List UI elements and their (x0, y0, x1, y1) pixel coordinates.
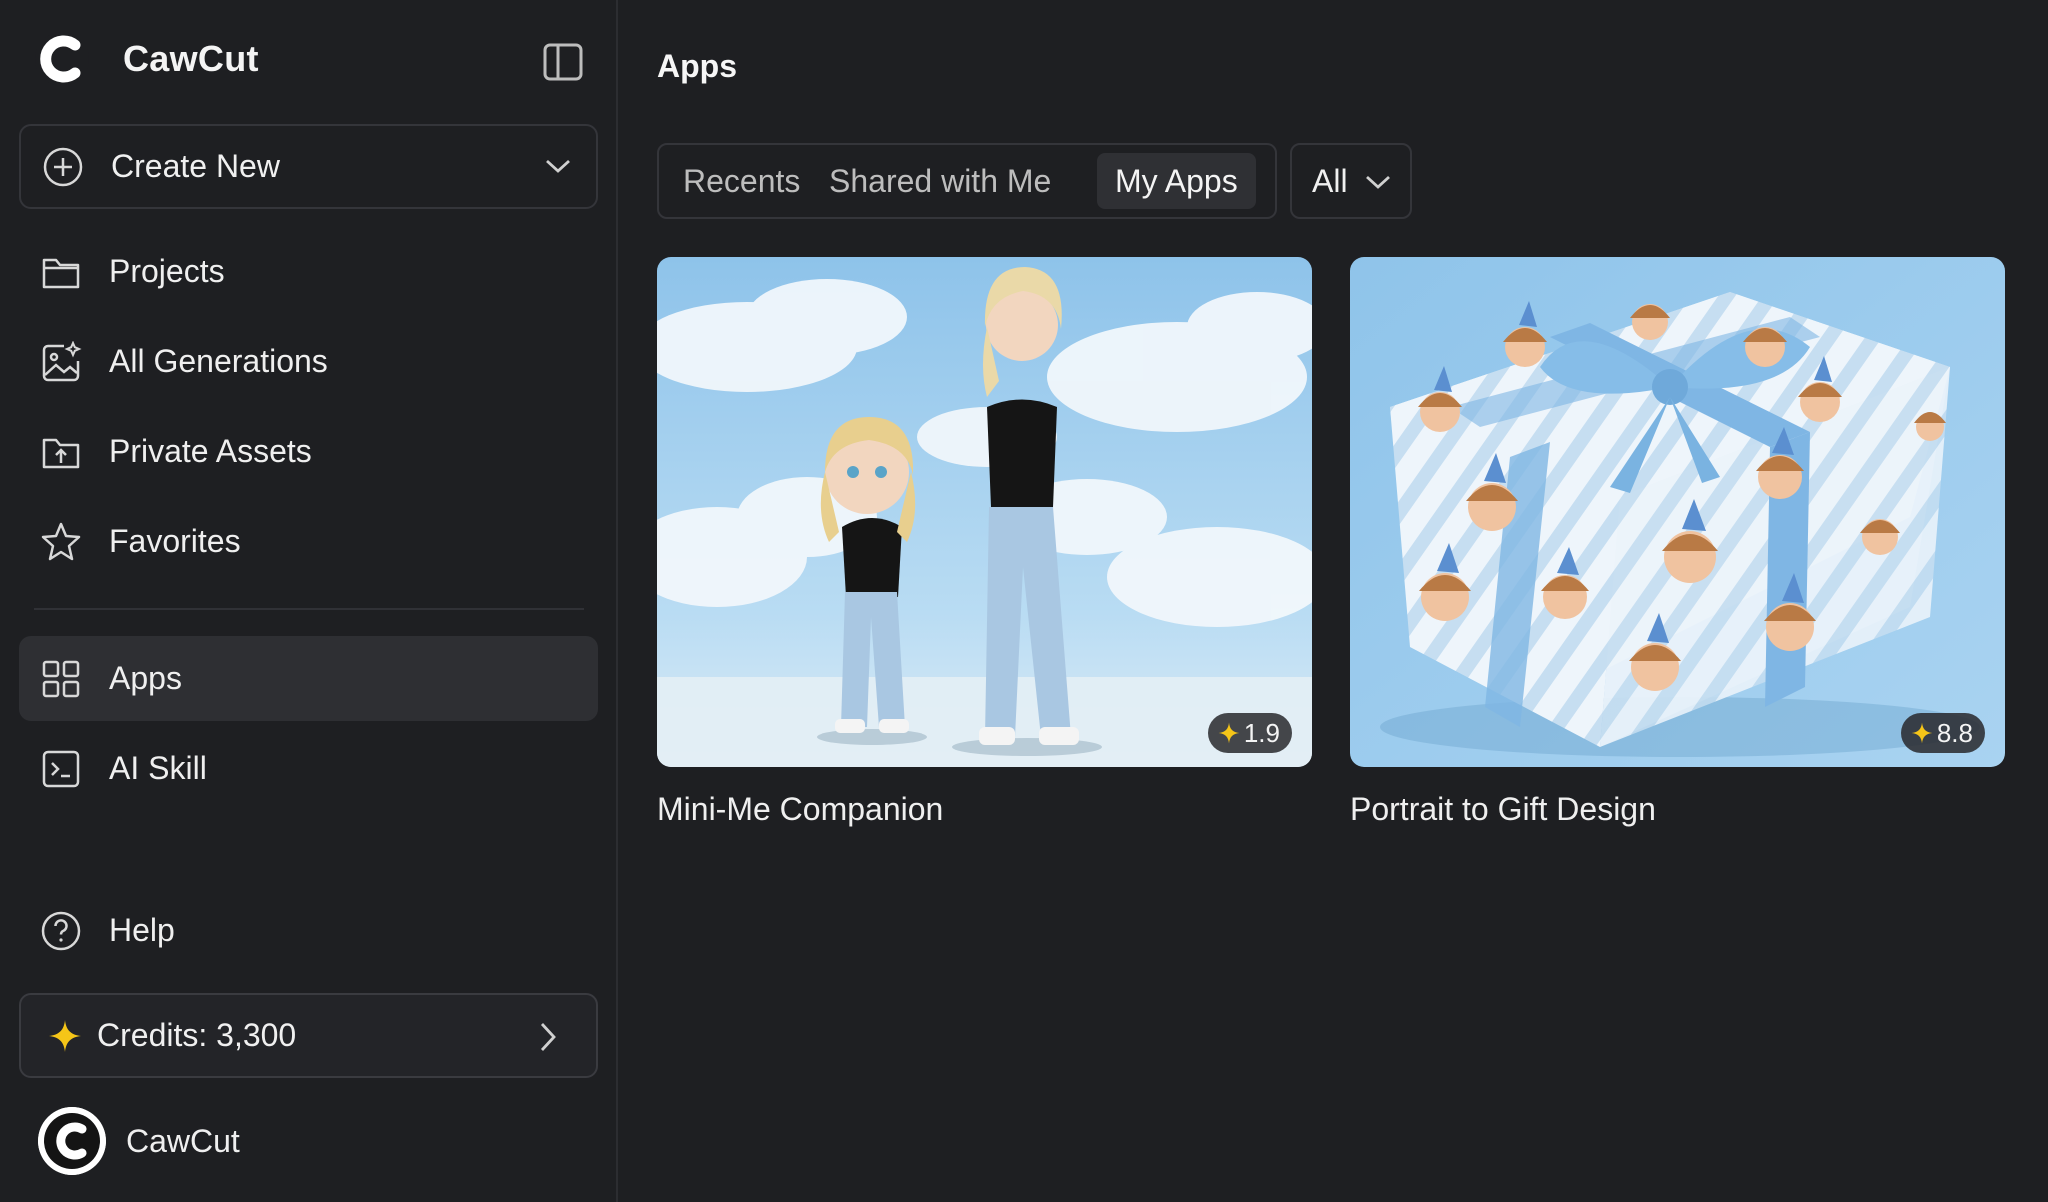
star-icon (39, 520, 83, 564)
sidebar-toggle-icon[interactable] (542, 41, 584, 83)
rating-badge: 1.9 (1207, 713, 1292, 753)
help-icon (39, 909, 83, 953)
sidebar-item-favorites[interactable]: Favorites (19, 499, 598, 584)
page-title: Apps (657, 48, 737, 84)
sidebar-item-private-assets[interactable]: Private Assets (19, 409, 598, 494)
sidebar-item-label: Private Assets (109, 433, 312, 469)
app-root: CawCut Create New Projects All Generatio… (0, 0, 2048, 1202)
app-card-title: Portrait to Gift Design (1350, 791, 1656, 827)
sidebar-item-label: Apps (109, 660, 182, 696)
terminal-icon (39, 747, 83, 791)
sidebar-item-label: Favorites (109, 523, 241, 559)
rating-badge: 8.8 (1900, 713, 1985, 753)
user-name: CawCut (126, 1122, 240, 1159)
sidebar-item-ai-skill[interactable]: AI Skill (19, 726, 598, 811)
avatar (38, 1107, 106, 1175)
tab-my-apps[interactable]: My Apps (1097, 153, 1256, 209)
app-thumbnail: 1.9 (657, 257, 1312, 767)
rating-star-icon (1218, 722, 1240, 744)
sidebar-item-all-generations[interactable]: All Generations (19, 319, 598, 404)
rating-star-icon (1911, 722, 1933, 744)
create-new-button[interactable]: Create New (19, 124, 598, 209)
sparkle-icon (47, 1018, 83, 1054)
sidebar-item-apps[interactable]: Apps (19, 636, 598, 721)
credits-label: Credits: 3,300 (97, 1017, 297, 1053)
tab-bar: Recents Shared with Me My Apps (657, 143, 1277, 219)
main-content: Apps Recents Shared with Me My Apps All (620, 0, 2048, 1202)
sidebar-item-label: Projects (109, 253, 225, 289)
gift-box-illustration (1350, 257, 2005, 767)
sidebar: CawCut Create New Projects All Generatio… (0, 0, 618, 1202)
folder-upload-icon (39, 430, 83, 474)
app-card-title: Mini-Me Companion (657, 791, 944, 827)
image-sparkle-icon (39, 340, 83, 384)
sidebar-item-label: AI Skill (109, 750, 207, 786)
sidebar-item-help[interactable]: Help (19, 888, 598, 973)
app-thumbnail: 8.8 (1350, 257, 2005, 767)
credits-button[interactable]: Credits: 3,300 (19, 993, 598, 1078)
brand-name: CawCut (123, 38, 259, 79)
brand-logo-icon (35, 32, 89, 86)
sidebar-divider (34, 608, 584, 610)
chevron-down-icon (1360, 164, 1396, 200)
tab-shared-with-me[interactable]: Shared with Me (811, 153, 1069, 209)
rating-value: 8.8 (1936, 717, 1973, 748)
sidebar-item-projects[interactable]: Projects (19, 229, 598, 314)
app-card[interactable]: 1.9 Mini-Me Companion (657, 257, 1312, 828)
tab-recents[interactable]: Recents (665, 153, 818, 209)
user-profile[interactable]: CawCut (38, 1107, 240, 1175)
mini-me-illustration (657, 257, 1312, 767)
plus-circle-icon (41, 145, 85, 189)
filter-value: All (1312, 162, 1348, 199)
grid-icon (39, 657, 83, 701)
sidebar-item-label: All Generations (109, 343, 328, 379)
app-card[interactable]: 8.8 Portrait to Gift Design (1350, 257, 2005, 828)
create-new-label: Create New (111, 148, 280, 184)
rating-value: 1.9 (1243, 717, 1280, 748)
folder-icon (39, 250, 83, 294)
brand[interactable]: CawCut (35, 32, 259, 86)
filter-dropdown[interactable]: All (1290, 143, 1412, 219)
chevron-right-icon (528, 1017, 568, 1057)
chevron-down-icon (538, 146, 578, 186)
sidebar-item-label: Help (109, 912, 175, 948)
